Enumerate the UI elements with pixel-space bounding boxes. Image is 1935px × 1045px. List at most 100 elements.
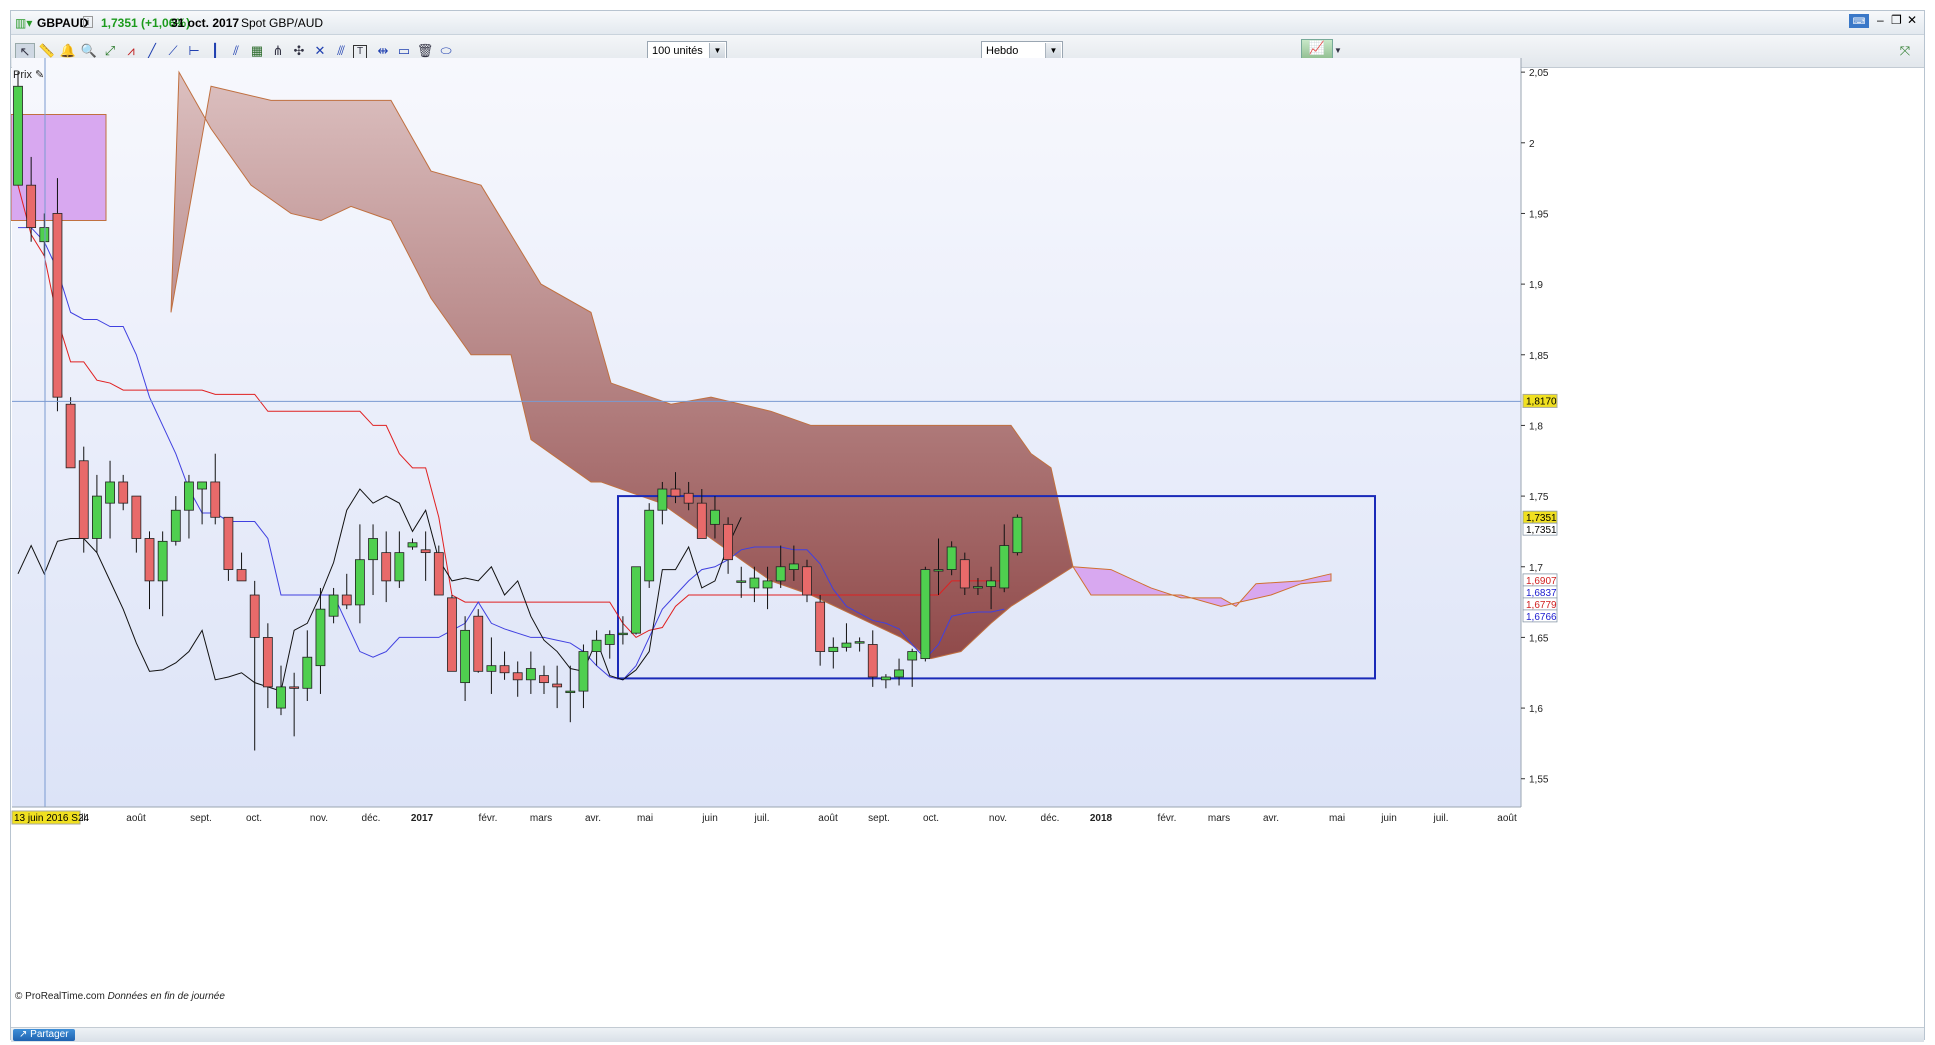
x-tick-label: mai bbox=[637, 813, 653, 824]
candle-body bbox=[289, 686, 300, 689]
candle-body bbox=[210, 481, 221, 518]
price-badge-label: 1,6837 bbox=[1526, 588, 1557, 599]
crosshair-date-label: 13 juin 2016 S24 bbox=[14, 813, 90, 824]
candle-body bbox=[223, 516, 234, 570]
x-tick-label: août bbox=[818, 813, 838, 824]
candle-body bbox=[736, 580, 747, 583]
copyright-note: © ProRealTime.com Données en fin de jour… bbox=[15, 991, 225, 1002]
x-tick-label: 2017 bbox=[411, 813, 434, 824]
candle-body bbox=[986, 580, 996, 587]
candle-body bbox=[933, 569, 944, 572]
candle bbox=[78, 446, 89, 553]
price-badge-label: 1,7351 bbox=[1526, 525, 1557, 536]
candle-body bbox=[881, 676, 891, 681]
candle-body bbox=[815, 601, 826, 652]
candle bbox=[644, 503, 655, 588]
price-badge-label: 1,6766 bbox=[1526, 612, 1557, 623]
candle bbox=[447, 595, 457, 672]
candle bbox=[473, 609, 484, 673]
candle-body bbox=[170, 509, 181, 542]
candle-body bbox=[578, 651, 589, 692]
candle-body bbox=[683, 492, 694, 504]
candle-body bbox=[657, 488, 668, 511]
candle-body bbox=[315, 608, 326, 667]
candle-body bbox=[236, 569, 247, 582]
candle-body bbox=[591, 639, 602, 652]
candle-body bbox=[433, 552, 444, 596]
candle-body bbox=[92, 495, 102, 539]
price-badge-label: 1,7351 bbox=[1526, 513, 1557, 524]
share-button[interactable]: ↗ Partager bbox=[13, 1029, 75, 1041]
candle-body bbox=[381, 552, 392, 582]
candle-body bbox=[565, 690, 576, 694]
x-tick-label: nov. bbox=[989, 813, 1007, 824]
candle-body bbox=[749, 577, 760, 589]
y-tick-label: 1,85 bbox=[1529, 351, 1549, 362]
candle-body bbox=[341, 594, 352, 606]
candle bbox=[631, 566, 641, 635]
x-tick-label: sept. bbox=[868, 813, 890, 824]
candle-body bbox=[907, 651, 918, 661]
candle-body bbox=[762, 580, 773, 589]
candle-body bbox=[710, 509, 720, 525]
y-tick-label: 1,75 bbox=[1529, 492, 1549, 503]
y-tick-label: 1,95 bbox=[1529, 209, 1549, 220]
candle-body bbox=[867, 644, 878, 678]
x-tick-label: avr. bbox=[585, 813, 601, 824]
candle bbox=[433, 545, 444, 596]
price-label[interactable]: Prix ✎ bbox=[13, 68, 44, 81]
candle-body bbox=[13, 85, 23, 186]
candle bbox=[52, 178, 63, 412]
x-tick-label: juin bbox=[1380, 813, 1397, 824]
candle-body bbox=[407, 542, 418, 548]
y-tick-label: 1,7 bbox=[1529, 563, 1543, 574]
candle-body bbox=[946, 546, 957, 570]
candle-body bbox=[105, 481, 115, 504]
price-chart[interactable]: 2,05 2 1,95 1,9 1,85 1,8 1,75 1,7 1,65 1,6 1,55 1,8… bbox=[11, 11, 1924, 1027]
candle-body bbox=[328, 594, 339, 617]
candle-body bbox=[894, 669, 904, 678]
price-badge-label: 1,6779 bbox=[1526, 600, 1557, 611]
candle-body bbox=[802, 566, 812, 596]
x-tick-label: 2018 bbox=[1090, 813, 1113, 824]
candle-body bbox=[486, 665, 497, 672]
candle-body bbox=[276, 686, 286, 709]
candle-body bbox=[144, 538, 155, 582]
candle-body bbox=[552, 683, 563, 688]
x-tick-label: oct. bbox=[923, 813, 939, 824]
x-tick-label: déc. bbox=[1041, 813, 1060, 824]
candle bbox=[65, 397, 76, 469]
y-tick-label: 1,65 bbox=[1529, 633, 1549, 644]
y-tick-label: 2,05 bbox=[1529, 68, 1549, 79]
candle-body bbox=[999, 545, 1010, 589]
candle-body bbox=[78, 460, 89, 539]
candle-body bbox=[775, 566, 786, 582]
candle bbox=[920, 566, 931, 662]
candle-body bbox=[394, 552, 405, 582]
ichimoku-cloud-bullish-left bbox=[11, 114, 107, 222]
candle-body bbox=[184, 481, 194, 511]
chart-window: ▥▾ GBPAUD i 1,7351 (+1,06%) 31 oct. 2017… bbox=[10, 10, 1925, 1042]
candle-body bbox=[973, 586, 983, 589]
y-tick-label: 1,55 bbox=[1529, 775, 1549, 786]
x-tick-label: mars bbox=[530, 813, 552, 824]
price-badge-label: 1,6907 bbox=[1526, 576, 1557, 587]
x-tick-label: juil. bbox=[1432, 813, 1448, 824]
candle-body bbox=[368, 538, 378, 561]
candle-body bbox=[249, 594, 260, 638]
candle-body bbox=[854, 641, 865, 644]
candle-body bbox=[197, 481, 208, 490]
candle-body bbox=[723, 523, 733, 561]
candle-body bbox=[65, 403, 76, 469]
candle-body bbox=[1012, 516, 1023, 554]
candle bbox=[13, 72, 23, 186]
x-tick-label: févr. bbox=[1158, 813, 1177, 824]
status-bar: ↗ Partager bbox=[11, 1027, 1924, 1042]
candle-body bbox=[604, 634, 615, 645]
candle-body bbox=[920, 569, 931, 660]
x-tick-label: oct. bbox=[246, 813, 262, 824]
x-tick-label: juil. bbox=[753, 813, 769, 824]
candle bbox=[1012, 514, 1023, 556]
y-tick-label: 1,9 bbox=[1529, 280, 1543, 291]
x-tick-label: déc. bbox=[362, 813, 381, 824]
